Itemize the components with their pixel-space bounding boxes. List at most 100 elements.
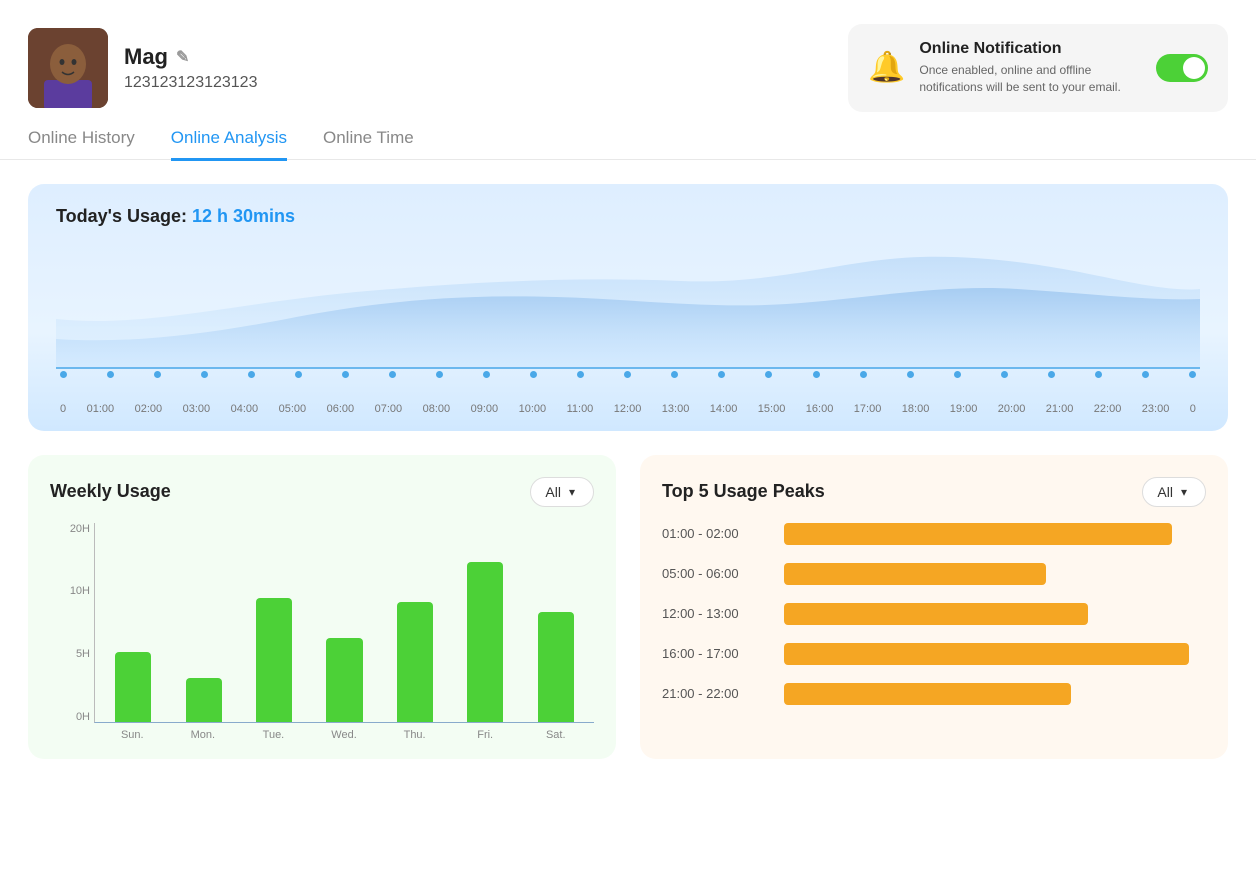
peak-time-label: 16:00 - 17:00 — [662, 646, 772, 661]
bar-day-label: Mon. — [173, 729, 234, 741]
bar-day-label: Fri. — [455, 729, 516, 741]
peak-time-label: 05:00 - 06:00 — [662, 566, 772, 581]
time-label: 20:00 — [998, 403, 1026, 415]
bar — [397, 602, 433, 722]
notification-content: Online Notification Once enabled, online… — [919, 40, 1142, 96]
user-name-text: Mag — [124, 44, 168, 70]
y-label-5h: 5H — [50, 648, 90, 660]
time-label: 14:00 — [710, 403, 738, 415]
bar-col — [173, 678, 233, 722]
time-dot — [860, 371, 867, 378]
bar — [538, 612, 574, 722]
peak-bar-wrap — [784, 683, 1206, 705]
bar — [326, 638, 362, 722]
bar-col — [103, 652, 163, 722]
time-dot — [1189, 371, 1196, 378]
time-label: 13:00 — [662, 403, 690, 415]
weekly-usage-card: Weekly Usage All ▾ 0H 5H 10H 20H — [28, 455, 616, 759]
time-dot-row — [56, 371, 1200, 378]
peak-bar — [784, 563, 1046, 585]
time-label: 09:00 — [471, 403, 499, 415]
bell-icon: 🔔 — [868, 50, 905, 85]
time-dot — [1048, 371, 1055, 378]
peaks-dropdown[interactable]: All ▾ — [1142, 477, 1206, 507]
time-label: 18:00 — [902, 403, 930, 415]
peak-time-label: 21:00 - 22:00 — [662, 686, 772, 701]
time-label: 17:00 — [854, 403, 882, 415]
today-usage-card: Today's Usage: 12 h 30mins — [28, 184, 1228, 431]
tab-online-time[interactable]: Online Time — [323, 128, 414, 161]
peak-bar — [784, 603, 1088, 625]
time-dot — [154, 371, 161, 378]
tab-online-analysis[interactable]: Online Analysis — [171, 128, 287, 161]
time-dot — [483, 371, 490, 378]
usage-chart-svg — [56, 239, 1200, 369]
bar — [467, 562, 503, 722]
time-dot — [60, 371, 67, 378]
bar — [256, 598, 292, 722]
time-label: 12:00 — [614, 403, 642, 415]
header: Mag ✎ 123123123123123 🔔 Online Notificat… — [0, 0, 1256, 128]
usage-chart-area — [56, 239, 1200, 399]
bar — [115, 652, 151, 722]
user-section: Mag ✎ 123123123123123 — [28, 28, 257, 108]
usage-title: Today's Usage: 12 h 30mins — [56, 206, 1200, 227]
time-label: 15:00 — [758, 403, 786, 415]
user-info: Mag ✎ 123123123123123 — [124, 44, 257, 92]
weekly-card-title: Weekly Usage — [50, 481, 171, 502]
time-label: 03:00 — [183, 403, 211, 415]
notification-title: Online Notification — [919, 40, 1142, 58]
weekly-dropdown-label: All — [545, 484, 561, 500]
time-dot — [671, 371, 678, 378]
y-label-20h: 20H — [50, 523, 90, 535]
time-label: 0 — [60, 403, 66, 415]
peaks-card-title: Top 5 Usage Peaks — [662, 481, 825, 502]
bar-col — [244, 598, 304, 722]
peak-row: 01:00 - 02:00 — [662, 523, 1206, 545]
bar — [186, 678, 222, 722]
peak-bar-wrap — [784, 523, 1206, 545]
edit-icon[interactable]: ✎ — [176, 47, 189, 67]
time-label: 11:00 — [567, 403, 594, 415]
time-dot — [765, 371, 772, 378]
usage-value: 12 h 30mins — [192, 206, 295, 226]
time-axis: 001:0002:0003:0004:0005:0006:0007:0008:0… — [56, 403, 1200, 415]
time-dot — [813, 371, 820, 378]
tab-online-history[interactable]: Online History — [28, 128, 135, 161]
tabs-bar: Online History Online Analysis Online Ti… — [0, 128, 1256, 160]
peaks-card: Top 5 Usage Peaks All ▾ 01:00 - 02:00 05:… — [640, 455, 1228, 759]
time-label: 0 — [1190, 403, 1196, 415]
notification-card: 🔔 Online Notification Once enabled, onli… — [848, 24, 1228, 112]
time-label: 16:00 — [806, 403, 834, 415]
time-label: 23:00 — [1142, 403, 1170, 415]
bar-day-label: Wed. — [314, 729, 375, 741]
peak-bar — [784, 683, 1071, 705]
notification-toggle[interactable] — [1156, 54, 1208, 82]
user-name-row: Mag ✎ — [124, 44, 257, 70]
time-label: 08:00 — [423, 403, 451, 415]
user-id: 123123123123123 — [124, 74, 257, 92]
time-dot — [624, 371, 631, 378]
time-dot — [718, 371, 725, 378]
peak-bar — [784, 643, 1189, 665]
time-label: 06:00 — [327, 403, 355, 415]
y-label-10h: 10H — [50, 585, 90, 597]
time-dot — [954, 371, 961, 378]
weekly-dropdown[interactable]: All ▾ — [530, 477, 594, 507]
time-dot — [295, 371, 302, 378]
time-dot — [1001, 371, 1008, 378]
notification-description: Once enabled, online and offline notific… — [919, 62, 1142, 96]
peak-time-label: 12:00 - 13:00 — [662, 606, 772, 621]
time-label: 05:00 — [279, 403, 307, 415]
bottom-row: Weekly Usage All ▾ 0H 5H 10H 20H — [28, 455, 1228, 759]
bar-day-label: Sun. — [102, 729, 163, 741]
bar-day-label: Tue. — [243, 729, 304, 741]
time-label: 01:00 — [87, 403, 115, 415]
time-dot — [201, 371, 208, 378]
time-dot — [577, 371, 584, 378]
time-label: 07:00 — [375, 403, 403, 415]
peaks-list: 01:00 - 02:00 05:00 - 06:00 12:00 - 13:00 1… — [662, 523, 1206, 705]
peak-row: 05:00 - 06:00 — [662, 563, 1206, 585]
peak-bar-wrap — [784, 563, 1206, 585]
peak-bar — [784, 523, 1172, 545]
